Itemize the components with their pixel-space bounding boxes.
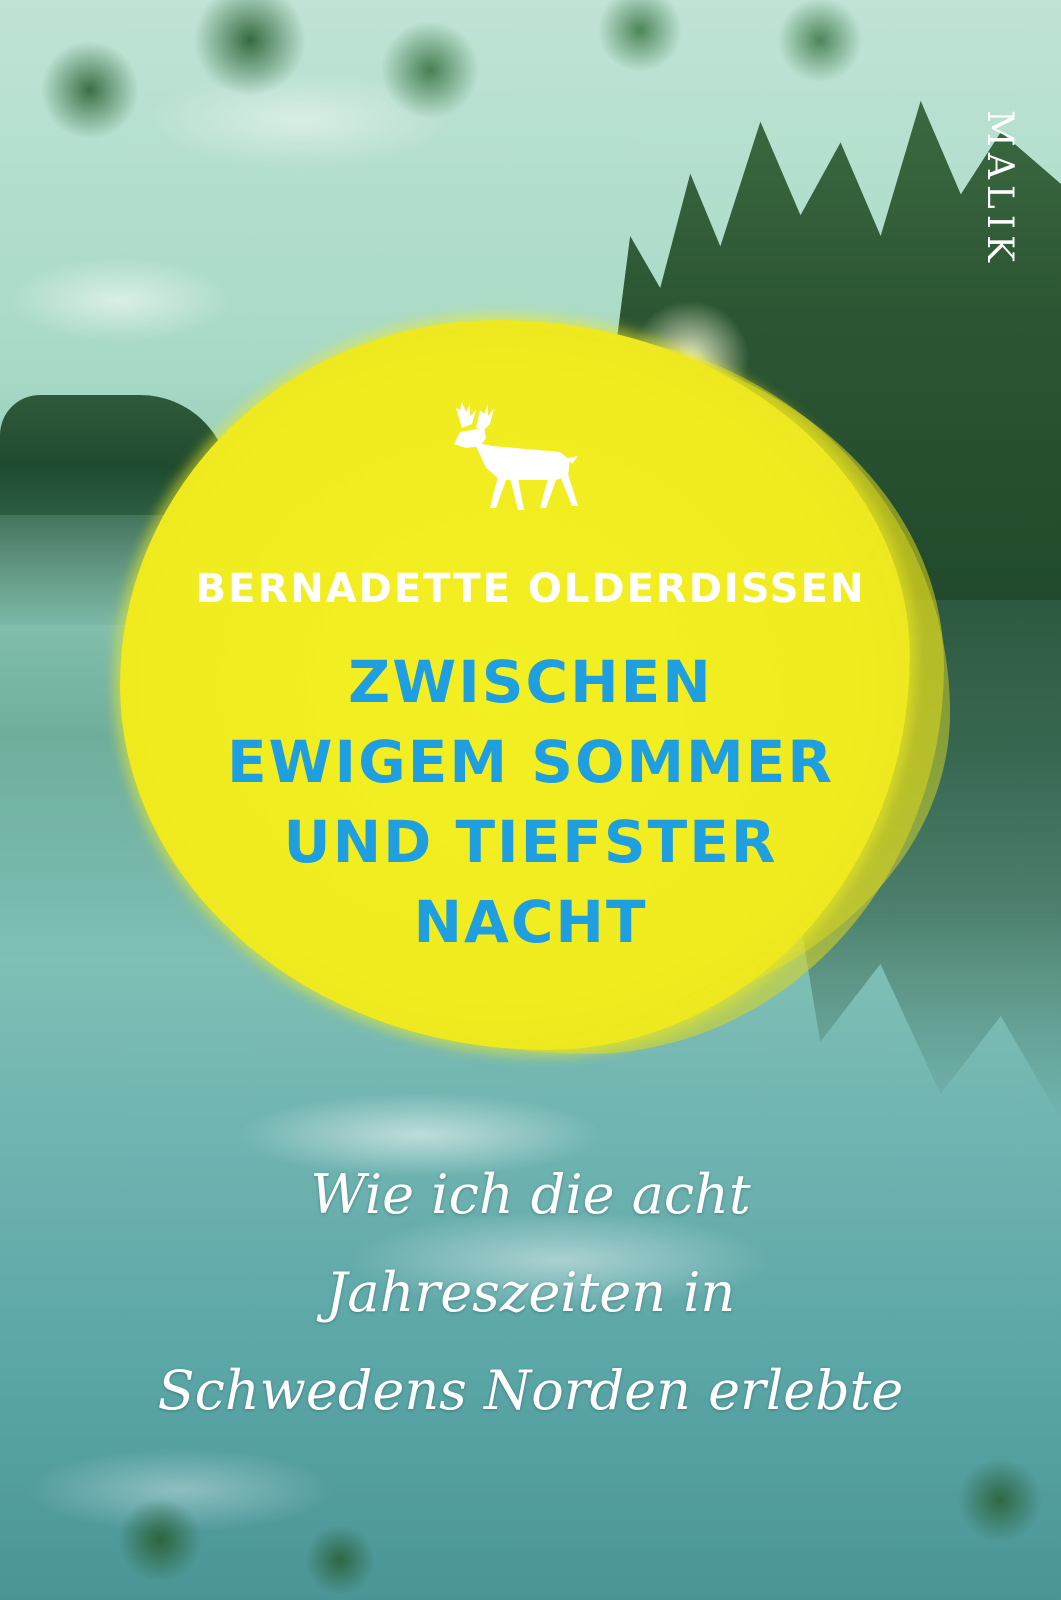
title-line: NACHT (413, 888, 648, 956)
title-line: ZWISCHEN (348, 648, 713, 716)
author-name: BERNADETTE OLDERDISSEN (195, 566, 866, 612)
title-line: EWIGEM SOMMER (226, 728, 835, 796)
title-line: UND TIEFSTER (283, 808, 778, 876)
book-cover: BERNADETTE OLDERDISSEN ZWISCHEN EWIGEM S… (0, 0, 1061, 1600)
book-title: ZWISCHEN EWIGEM SOMMER UND TIEFSTER NACH… (0, 642, 1061, 962)
book-subtitle: Wie ich die acht Jahreszeiten in Schwede… (0, 1146, 1061, 1440)
subtitle-line: Wie ich die acht (310, 1163, 751, 1226)
reindeer-icon (454, 402, 578, 510)
subtitle-line: Jahreszeiten in (325, 1261, 736, 1324)
foliage-top (0, 0, 1061, 220)
publisher-name: MALIK (979, 110, 1020, 268)
subtitle-line: Schwedens Norden erlebte (157, 1359, 904, 1422)
foliage-bottom (0, 1420, 1061, 1600)
